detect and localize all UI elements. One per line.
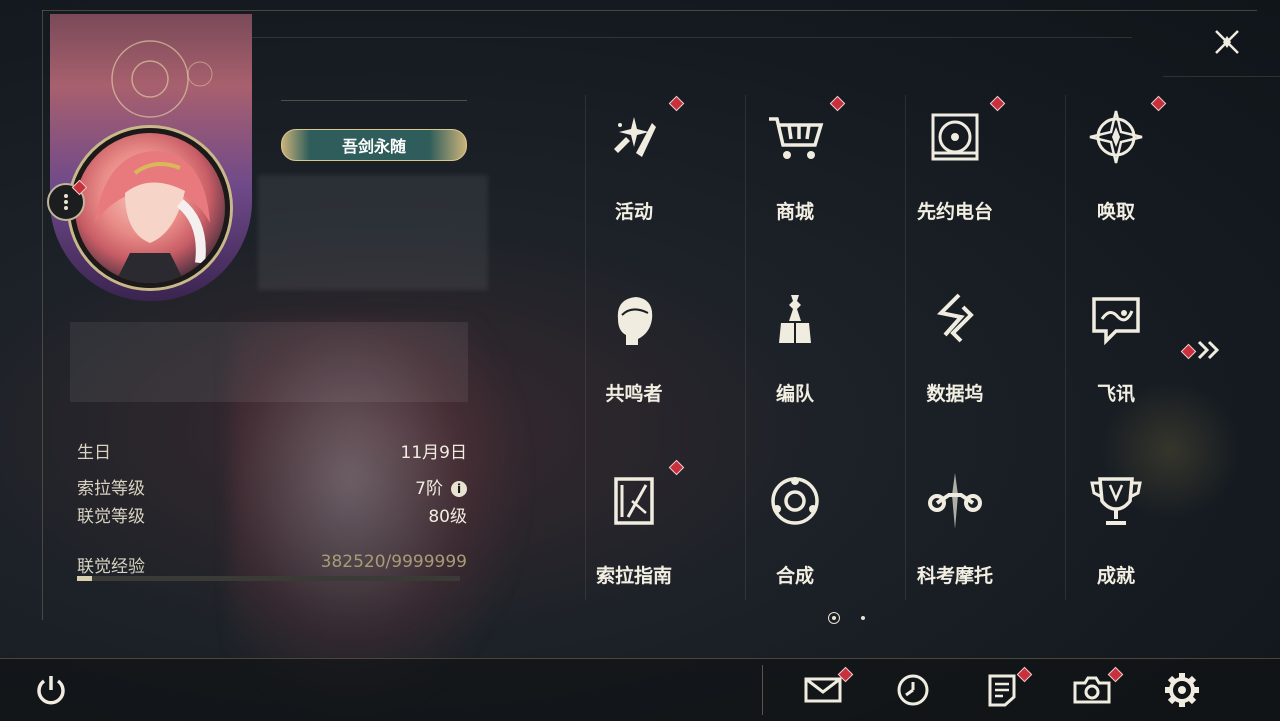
camera-button[interactable] — [1072, 670, 1112, 710]
clock-button[interactable] — [893, 670, 933, 710]
settings-gear-icon — [1165, 673, 1199, 707]
menu-item-label: 飞讯 — [1096, 383, 1135, 405]
title-badge[interactable]: 吾剑永随 — [281, 129, 467, 161]
union-exp-label: 联觉经验 — [77, 557, 145, 577]
notes-icon — [988, 674, 1016, 707]
guide-book-icon — [604, 471, 664, 531]
chat-message-icon — [1086, 289, 1146, 349]
sol-rank-row: 7阶 i — [320, 474, 467, 499]
chess-pieces-icon — [765, 289, 825, 349]
data-bank-icon — [925, 289, 985, 349]
mail-icon — [804, 677, 842, 703]
union-exp-progress-bar — [77, 576, 460, 581]
mail-button[interactable] — [803, 670, 843, 710]
player-name-area — [258, 175, 488, 290]
menu-item-resonators[interactable]: 共鸣者 — [564, 272, 704, 422]
synthesis-orbit-icon — [765, 471, 825, 531]
notes-button[interactable] — [982, 670, 1022, 710]
menu-item-label: 共鸣者 — [605, 383, 663, 405]
page-indicator-active[interactable] — [828, 612, 840, 624]
close-button[interactable] — [1205, 20, 1249, 64]
union-level-label: 联觉等级 — [77, 507, 145, 527]
union-level-value: 80级 — [428, 507, 467, 527]
menu-item-label: 先约电台 — [916, 201, 993, 223]
menu-item-label: 商城 — [775, 201, 814, 223]
frame-top-line — [42, 10, 1257, 11]
menu-item-motorcycle[interactable]: 科考摩托 — [885, 454, 1025, 604]
menu-item-label: 唤取 — [1096, 201, 1135, 223]
signature-area[interactable] — [70, 322, 468, 402]
menu-item-label: 编队 — [775, 383, 814, 405]
header-divider — [252, 37, 1132, 38]
frame-left-line — [42, 10, 43, 620]
menu-item-convene[interactable]: 唤取 — [1046, 90, 1186, 240]
shopping-cart-icon — [765, 107, 825, 167]
trophy-icon — [1086, 471, 1146, 531]
sol-rank-label: 索拉等级 — [77, 479, 145, 499]
power-icon — [37, 676, 65, 705]
menu-item-events[interactable]: 活动 — [564, 90, 704, 240]
menu-item-messages[interactable]: 飞讯 — [1046, 272, 1186, 422]
menu-item-achievements[interactable]: 成就 — [1046, 454, 1186, 604]
menu-item-label: 活动 — [614, 201, 653, 223]
menu-item-label: 数据坞 — [926, 383, 984, 405]
character-head-icon — [604, 289, 664, 349]
menu-item-team[interactable]: 编队 — [725, 272, 865, 422]
clock-icon — [897, 674, 929, 706]
next-page-button[interactable] — [1195, 338, 1223, 362]
bottom-divider — [762, 665, 763, 715]
menu-item-data-bank[interactable]: 数据坞 — [885, 272, 1025, 422]
camera-icon — [1073, 676, 1111, 704]
motorcycle-icon — [925, 471, 985, 531]
close-x-icon — [1215, 30, 1239, 54]
menu-item-guidebook[interactable]: 索拉指南 — [564, 454, 704, 604]
menu-item-label: 成就 — [1096, 565, 1135, 587]
compass-star-icon — [1086, 107, 1146, 167]
menu-item-label: 合成 — [775, 565, 814, 587]
union-exp-value: 382520/9999999 — [320, 552, 467, 572]
birthday-label: 生日 — [77, 443, 111, 463]
menu-item-shop[interactable]: 商城 — [725, 90, 865, 240]
avatar[interactable] — [70, 128, 230, 288]
settings-button[interactable] — [1162, 670, 1202, 710]
chevron-double-right-icon — [1197, 340, 1220, 360]
info-icon[interactable]: i — [451, 481, 467, 497]
menu-item-synthesis[interactable]: 合成 — [725, 454, 865, 604]
more-vertical-icon — [64, 194, 68, 210]
radio-vinyl-icon — [925, 107, 985, 167]
menu-item-radio[interactable]: 先约电台 — [885, 90, 1025, 240]
power-button[interactable] — [31, 670, 71, 710]
page-indicator[interactable] — [861, 616, 865, 620]
menu-item-label: 科考摩托 — [916, 565, 993, 587]
menu-item-label: 索拉指南 — [595, 565, 672, 587]
union-exp-progress-fill — [77, 576, 92, 581]
birthday-value: 11月9日 — [400, 443, 467, 463]
sol-rank-value: 7阶 — [415, 479, 443, 499]
header-divider-right — [1163, 76, 1280, 77]
title-badge-text: 吾剑永随 — [341, 137, 406, 156]
profile-divider — [281, 100, 467, 101]
sparkle-event-icon — [604, 107, 664, 167]
